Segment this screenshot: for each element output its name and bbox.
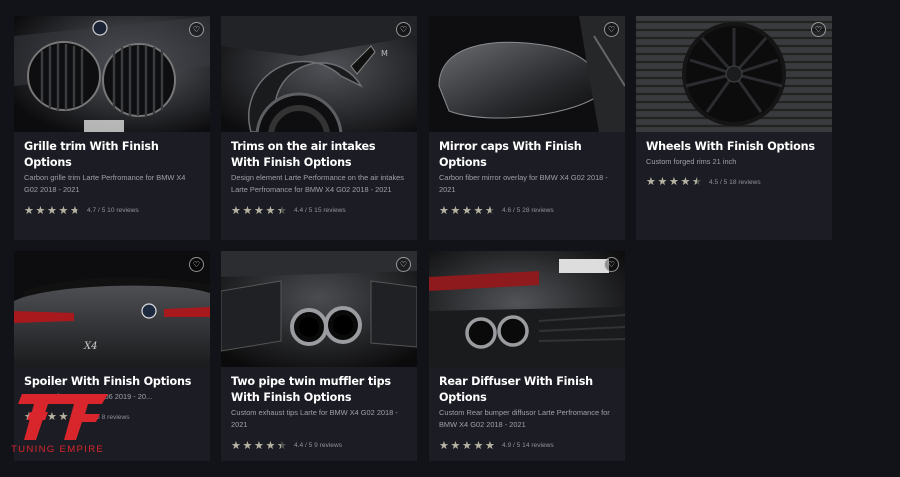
product-image[interactable]: ♡ <box>221 251 417 367</box>
star-icon: ★★ <box>35 203 46 217</box>
rating-text: 4.5 / 5 18 reviews <box>709 178 761 186</box>
star-icon: ★★ <box>254 438 264 452</box>
star-icon: ★★ <box>24 203 34 217</box>
heart-icon[interactable]: ♡ <box>604 257 619 272</box>
heart-icon[interactable]: ♡ <box>396 22 411 37</box>
star-icon: ★★ <box>47 203 57 217</box>
star-icon: ★★ <box>277 438 287 452</box>
star-rating: ★★★★★★★★★★ <box>439 203 495 217</box>
star-icon: ★★ <box>254 203 264 217</box>
product-card[interactable]: M ♡ Trims on the air intakes With Finish… <box>221 16 417 240</box>
rating: ★★★★★★★★★★ 4.4 / 5 9 reviews <box>231 440 407 452</box>
product-card[interactable]: ♡ Wheels With Finish Options Custom forg… <box>636 16 832 240</box>
star-icon: ★★ <box>242 438 253 452</box>
heart-icon[interactable]: ♡ <box>189 257 204 272</box>
heart-icon[interactable]: ♡ <box>604 22 619 37</box>
rating: ★ ★ ★ ★ ★ ★ ★ ★ ★ ★ 4.6 / 5 28 reviews <box>439 205 615 217</box>
heart-icon[interactable]: ♡ <box>811 22 826 37</box>
star-icon: ★★ <box>473 438 484 452</box>
star-icon: ★★ <box>231 203 241 217</box>
rear-diffuser-photo <box>429 251 625 367</box>
star-icon: ★★ <box>485 203 495 217</box>
product-image[interactable]: X4 ♡ <box>14 251 210 367</box>
product-description: Custom exhaust tips Larte for BMW X4 G02… <box>231 408 398 430</box>
product-card[interactable]: ♡ Mirror caps With Finish Options Carbon… <box>429 16 625 240</box>
rating-text: 4.9 / 5 14 reviews <box>502 442 554 450</box>
star-icon: ★★ <box>669 175 679 189</box>
star-icon: ★★ <box>473 203 484 217</box>
product-description: Carbon grille trim Larte Perfromance for… <box>24 173 186 195</box>
wheel-arch-photo: M <box>221 16 417 132</box>
star-icon: ★★ <box>58 203 69 217</box>
product-image[interactable]: ♡ <box>429 251 625 367</box>
forged-wheel-photo <box>636 16 832 132</box>
star-icon: ★★ <box>657 175 668 189</box>
star-icon: ★★ <box>680 175 691 189</box>
product-description: Custom forged rims 21 inch <box>646 157 737 166</box>
product-image[interactable]: ♡ <box>429 16 625 132</box>
product-card[interactable]: ♡ Grille trim With Finish Options Carbon… <box>14 16 210 240</box>
star-icon: ★★ <box>265 438 276 452</box>
svg-text:M: M <box>381 49 388 58</box>
product-description: Carbon fiber mirror overlay for BMW X4 G… <box>439 173 608 195</box>
heart-icon[interactable]: ♡ <box>189 22 204 37</box>
product-image[interactable]: M ♡ <box>221 16 417 132</box>
product-title[interactable]: Two pipe twin muffler tips With Finish O… <box>231 374 407 406</box>
product-title[interactable]: Wheels With Finish Options <box>646 139 822 155</box>
star-icon: ★★ <box>485 438 495 452</box>
star-icon: ★★ <box>462 438 472 452</box>
rating: ★ ★ ★ ★ ★ ★ ★ ★ ★ ★ 4.9 / 5 14 reviews <box>439 440 615 452</box>
product-title[interactable]: Trims on the air intakes With Finish Opt… <box>231 139 407 171</box>
rating-text: 4.4 / 5 15 reviews <box>294 207 346 215</box>
star-rating: ★★★★★★★★★★ <box>231 438 287 452</box>
rating-text: 4.4 / 5 9 reviews <box>294 442 343 450</box>
rating-text: 4.6 / 5 28 reviews <box>502 207 554 215</box>
product-card[interactable]: ♡ Two pipe twin muffler tips With Finish… <box>221 251 417 461</box>
svg-text:X4: X4 <box>83 341 97 352</box>
star-icon: ★★ <box>265 203 276 217</box>
product-image[interactable]: ♡ <box>636 16 832 132</box>
star-icon: ★★ <box>439 438 449 452</box>
rating-text: 4.7 / 5 10 reviews <box>87 207 139 215</box>
product-title[interactable]: Grille trim With Finish Options <box>24 139 200 171</box>
product-image[interactable]: ♡ <box>14 16 210 132</box>
product-card[interactable]: ♡ Rear Diffuser With Finish Options Cust… <box>429 251 625 461</box>
star-rating: ★★★★★★★★★★ <box>646 175 702 189</box>
star-icon: ★★ <box>70 203 80 217</box>
star-icon: ★★ <box>646 175 656 189</box>
product-description: Custom Rear bumper diffusor Larte Perfro… <box>439 408 610 430</box>
star-icon: ★★ <box>450 438 461 452</box>
rating: ★ ★ ★ ★ ★ ★ ★ ★ ★ ★ 4.5 / 5 18 reviews <box>646 176 822 188</box>
star-rating: ★★★★★★★★★★ <box>24 203 80 217</box>
star-icon: ★★ <box>242 203 253 217</box>
brand-name: TUNING EMPIRE <box>11 444 105 455</box>
star-rating: ★★★★★★★★★★ <box>439 438 495 452</box>
rating: ★★★★★★★★★★ 4.4 / 5 15 reviews <box>231 205 407 217</box>
star-icon: ★★ <box>462 203 472 217</box>
star-icon: ★★ <box>450 203 461 217</box>
star-icon: ★★ <box>692 175 702 189</box>
rating: ★ ★ ★ ★ ★ ★ ★ ★ ★ ★ 4.7 / 5 10 reviews <box>24 205 200 217</box>
product-description: Design element Larte Performance on the … <box>231 173 404 195</box>
star-icon: ★★ <box>277 203 287 217</box>
star-icon: ★★ <box>439 203 449 217</box>
exhaust-tips-photo <box>221 251 417 367</box>
spoiler-photo: X4 <box>14 251 210 367</box>
heart-icon[interactable]: ♡ <box>396 257 411 272</box>
bmw-grille-photo <box>14 16 210 132</box>
star-rating: ★★★★★★★★★★ <box>231 203 287 217</box>
product-title[interactable]: Rear Diffuser With Finish Options <box>439 374 615 406</box>
star-icon: ★★ <box>231 438 241 452</box>
product-title[interactable]: Mirror caps With Finish Options <box>439 139 615 171</box>
mirror-cap-photo <box>429 16 625 132</box>
